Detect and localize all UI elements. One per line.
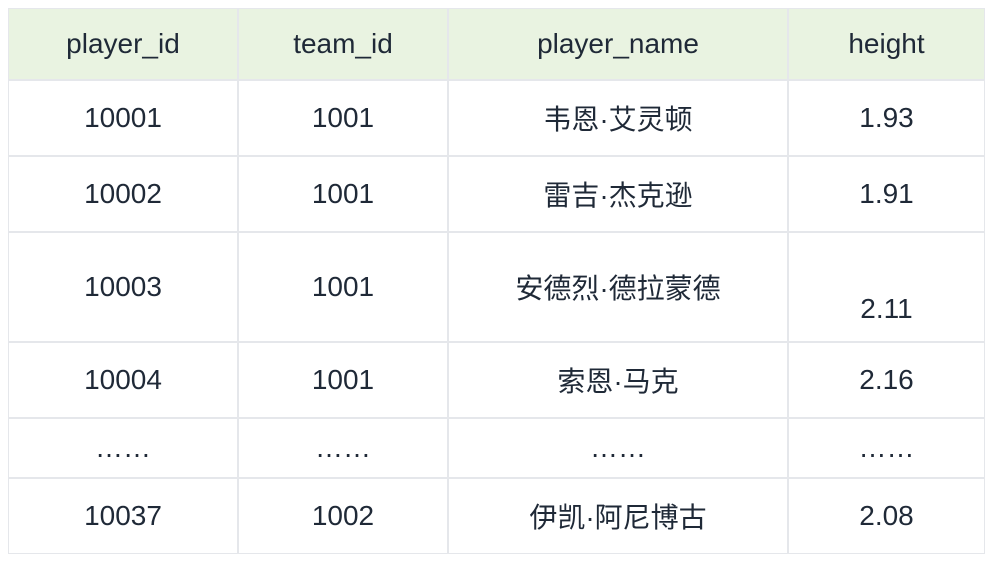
cell-player-id: 10004 — [8, 342, 238, 418]
cell-team-id: 1001 — [238, 80, 448, 156]
cell-player-name: 安德烈·德拉蒙德 — [448, 232, 788, 342]
cell-team-id: 1002 — [238, 478, 448, 554]
cell-player-name: 韦恩·艾灵顿 — [448, 80, 788, 156]
table-row: 10037 1002 伊凯·阿尼博古 2.08 — [8, 478, 985, 554]
cell-height: 1.91 — [788, 156, 985, 232]
cell-team-id: 1001 — [238, 342, 448, 418]
cell-team-id: …… — [238, 418, 448, 478]
table-row: 10002 1001 雷吉·杰克逊 1.91 — [8, 156, 985, 232]
cell-player-name: …… — [448, 418, 788, 478]
cell-height: 1.93 — [788, 80, 985, 156]
cell-height: …… — [788, 418, 985, 478]
cell-team-id: 1001 — [238, 156, 448, 232]
cell-player-id: 10037 — [8, 478, 238, 554]
table-row: 10001 1001 韦恩·艾灵顿 1.93 — [8, 80, 985, 156]
cell-player-name: 伊凯·阿尼博古 — [448, 478, 788, 554]
table-row: 10004 1001 索恩·马克 2.16 — [8, 342, 985, 418]
cell-player-name: 索恩·马克 — [448, 342, 788, 418]
cell-player-name: 雷吉·杰克逊 — [448, 156, 788, 232]
header-player-id: player_id — [8, 8, 238, 80]
cell-player-id: …… — [8, 418, 238, 478]
cell-height: 2.08 — [788, 478, 985, 554]
header-team-id: team_id — [238, 8, 448, 80]
cell-height: 2.11 — [788, 232, 985, 342]
cell-player-id: 10003 — [8, 232, 238, 342]
table-row: …… …… …… …… — [8, 418, 985, 478]
cell-height: 2.16 — [788, 342, 985, 418]
header-player-name: player_name — [448, 8, 788, 80]
table-header-row: player_id team_id player_name height — [8, 8, 985, 80]
header-height: height — [788, 8, 985, 80]
table-row: 10003 1001 安德烈·德拉蒙德 2.11 — [8, 232, 985, 342]
cell-player-id: 10001 — [8, 80, 238, 156]
cell-team-id: 1001 — [238, 232, 448, 342]
cell-player-id: 10002 — [8, 156, 238, 232]
players-table: player_id team_id player_name height 100… — [8, 8, 985, 554]
